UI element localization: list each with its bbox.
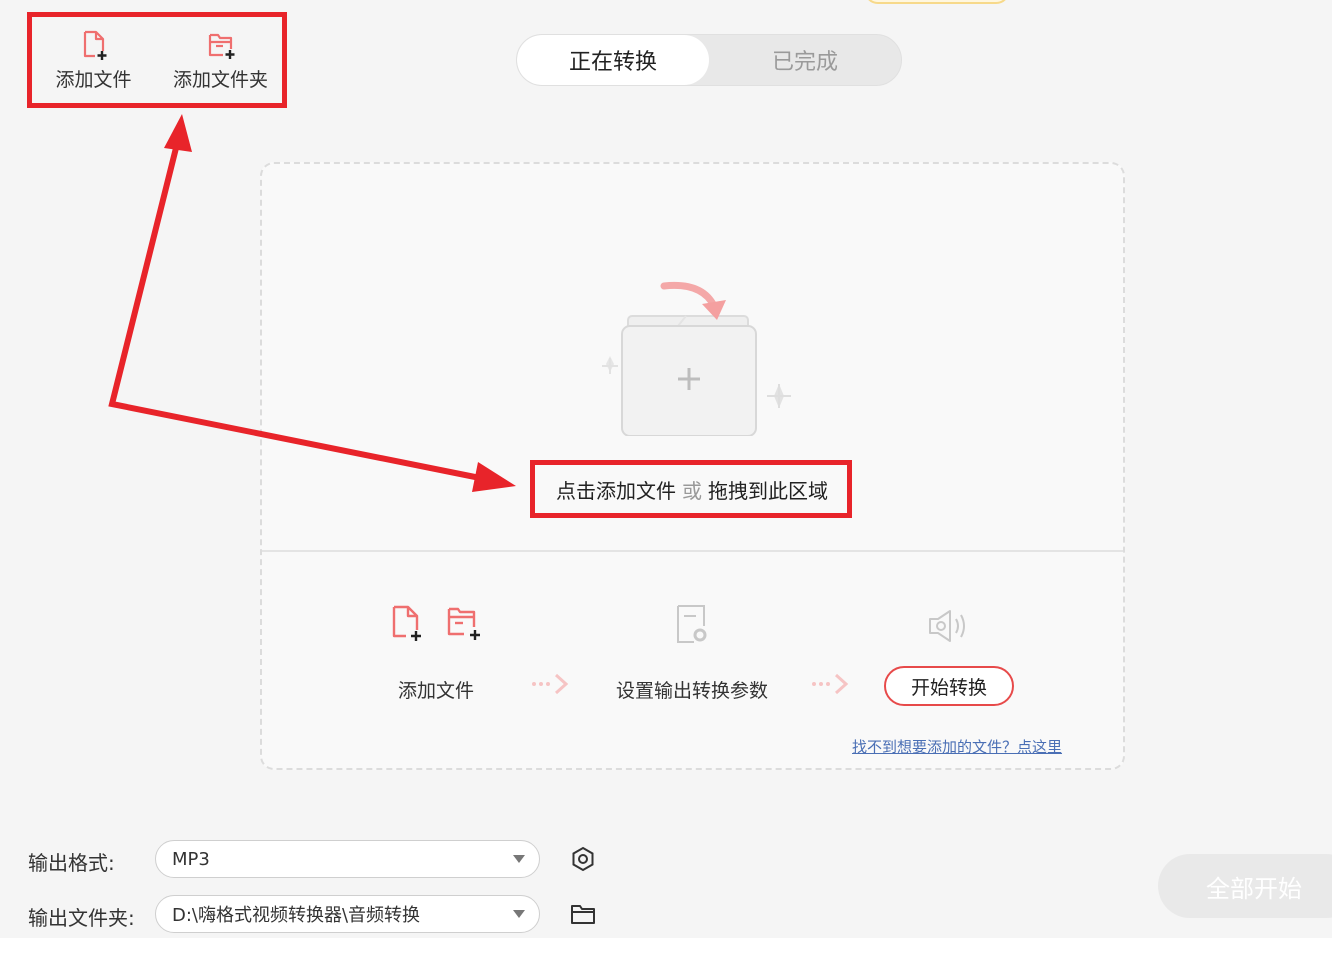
annotation-box-prompt (530, 460, 852, 518)
tab-converting[interactable]: 正在转换 (517, 35, 709, 85)
audio-convert-icon (929, 610, 965, 642)
output-folder-value: D:\嗨格式视频转换器\音频转换 (172, 905, 421, 926)
settings-file-icon (677, 605, 707, 643)
dropzone-divider (262, 550, 1123, 552)
chevron-down-icon (513, 855, 525, 863)
add-file-icon (392, 605, 421, 641)
output-folder-select[interactable]: D:\嗨格式视频转换器\音频转换 (155, 895, 540, 933)
output-format-value: MP3 (172, 848, 210, 870)
start-convert-button[interactable]: 开始转换 (884, 666, 1014, 706)
output-format-label: 输出格式: (28, 851, 115, 875)
step-settings-label: 设置输出转换参数 (616, 680, 769, 702)
folder-drop-icon (602, 281, 791, 436)
chevron-down-icon (513, 910, 525, 918)
add-folder-icon (447, 607, 480, 640)
step-arrow-icon (532, 673, 569, 695)
tab-completed[interactable]: 已完成 (709, 35, 901, 85)
start-all-button[interactable]: 全部开始 (1158, 854, 1332, 918)
annotation-arrowhead-up (164, 114, 192, 152)
top-banner-partial (864, 0, 1010, 4)
annotation-box-toolbar (27, 12, 287, 108)
conversion-tabs: 正在转换 已完成 (516, 34, 902, 86)
bottom-strip (0, 938, 1332, 954)
output-folder-label: 输出文件夹: (28, 906, 135, 930)
step-add-file-label: 添加文件 (398, 680, 475, 702)
step-arrow-icon (812, 673, 849, 695)
open-folder-icon[interactable] (570, 901, 596, 927)
format-settings-icon[interactable] (570, 846, 596, 872)
help-link[interactable]: 找不到想要添加的文件？点这里 (852, 736, 1062, 757)
output-format-select[interactable]: MP3 (155, 840, 540, 878)
step-add-icons (390, 604, 482, 642)
